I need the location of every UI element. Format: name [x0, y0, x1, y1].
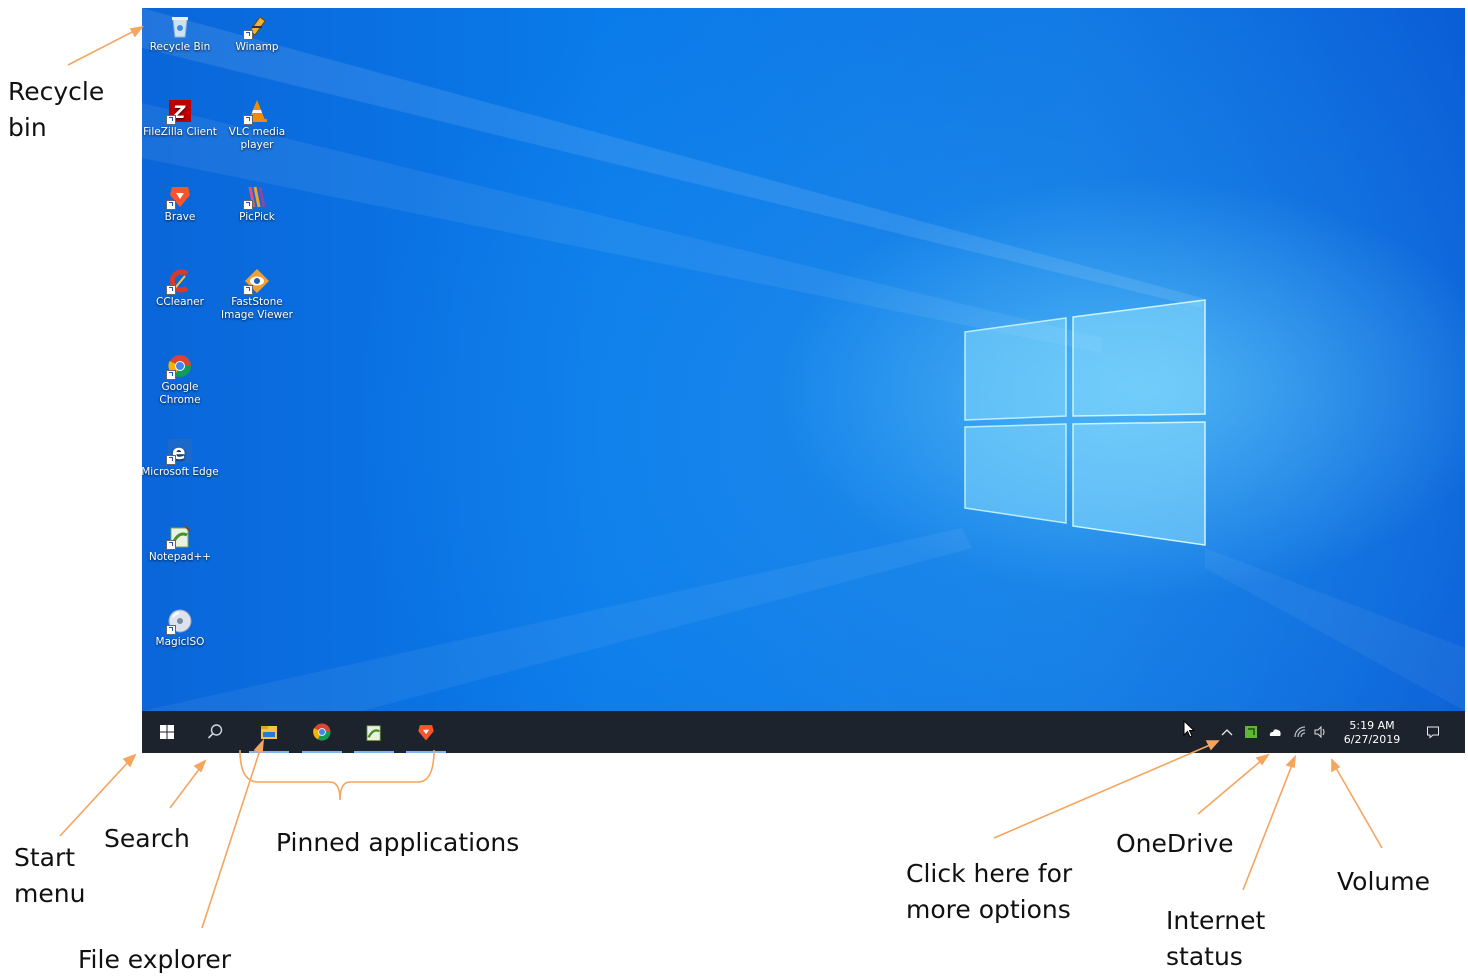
- windows-start-icon: [160, 725, 174, 739]
- volume-icon: [1314, 725, 1325, 739]
- show-hidden-icons-button[interactable]: [1217, 711, 1237, 753]
- desktop-icon-label: FastStone Image Viewer: [221, 296, 293, 321]
- pinned-brave[interactable]: [403, 711, 449, 753]
- desktop-icon-label: Recycle Bin: [149, 41, 211, 53]
- desktop-icon-label: Winamp: [235, 41, 279, 53]
- action-center-button[interactable]: [1421, 711, 1445, 753]
- clock[interactable]: 5:19 AM 6/27/2019: [1336, 719, 1408, 747]
- clock-date: 6/27/2019: [1343, 733, 1401, 746]
- onedrive-cloud-icon: [1269, 729, 1281, 736]
- app-tray-icon: [1245, 726, 1257, 738]
- chrome-icon: [313, 723, 331, 741]
- desktop-screenshot: Recycle Bin Winamp Z FileZilla Client VL…: [142, 8, 1465, 753]
- faststone-icon: [243, 268, 270, 295]
- search-button[interactable]: [192, 711, 238, 753]
- desktop-icon-label: CCleaner: [156, 296, 204, 308]
- annotation-more-options: Click here for more options: [906, 859, 1073, 924]
- start-button[interactable]: [144, 711, 190, 753]
- taskbar: 5:19 AM 6/27/2019: [142, 711, 1465, 753]
- search-icon: [207, 724, 223, 739]
- vlc-icon: [243, 98, 270, 125]
- desktop-icon-chrome[interactable]: Google Chrome: [142, 353, 220, 407]
- clock-time: 5:19 AM: [1349, 719, 1395, 732]
- desktop-icon-magiciso[interactable]: MagicISO: [142, 608, 220, 649]
- notepadpp-icon: [366, 725, 381, 741]
- onedrive-button[interactable]: [1265, 711, 1285, 753]
- desktop-icon-faststone[interactable]: FastStone Image Viewer: [217, 268, 297, 322]
- annotation-onedrive: OneDrive: [1116, 829, 1234, 858]
- desktop-icon-notepadpp[interactable]: Notepad++: [142, 523, 220, 564]
- wifi-icon: [1294, 726, 1306, 738]
- desktop-icon-label: VLC media player: [228, 126, 286, 151]
- edge-icon: e: [166, 438, 193, 465]
- desktop-icon-picpick[interactable]: PicPick: [217, 183, 297, 224]
- ccleaner-icon: [166, 268, 193, 295]
- desktop-icon-filezilla[interactable]: Z FileZilla Client: [142, 98, 220, 139]
- pinned-chrome[interactable]: [299, 711, 345, 753]
- desktop-icon-vlc[interactable]: VLC media player: [217, 98, 297, 152]
- annotation-recycle-bin: Recycle bin: [8, 77, 105, 142]
- desktop-icon-label: FileZilla Client: [143, 126, 217, 138]
- pinned-notepadpp[interactable]: [351, 711, 397, 753]
- desktop-icon-label: Notepad++: [148, 551, 212, 563]
- chevron-up-icon: [1221, 729, 1233, 736]
- tray-app-button[interactable]: [1241, 711, 1261, 753]
- desktop-icon-recycle-bin[interactable]: Recycle Bin: [142, 13, 220, 54]
- brave-icon: [166, 183, 193, 210]
- brave-icon: [418, 725, 434, 741]
- recycle-bin-icon: [167, 13, 193, 39]
- magiciso-icon: [166, 608, 193, 635]
- desktop-icon-brave[interactable]: Brave: [142, 183, 220, 224]
- annotation-internet-status: Internet status: [1166, 906, 1266, 971]
- notification-icon: [1427, 726, 1439, 739]
- annotation-pinned-applications: Pinned applications: [276, 828, 520, 857]
- desktop-icon-edge[interactable]: e Microsoft Edge: [142, 438, 220, 479]
- desktop-icon-label: Brave: [164, 211, 196, 223]
- desktop-icon-label: Microsoft Edge: [142, 466, 219, 478]
- network-button[interactable]: [1290, 711, 1310, 753]
- volume-button[interactable]: [1310, 711, 1330, 753]
- winamp-icon: [243, 13, 270, 40]
- windows-logo-wallpaper: [964, 299, 1206, 546]
- desktop-icon-label: Google Chrome: [159, 381, 201, 406]
- chrome-icon: [166, 353, 193, 380]
- annotation-volume: Volume: [1337, 867, 1430, 896]
- annotation-start-menu: Start menu: [14, 843, 86, 908]
- file-explorer-icon: [261, 726, 277, 739]
- annotation-file-explorer: File explorer: [78, 945, 232, 974]
- desktop-icon-ccleaner[interactable]: CCleaner: [142, 268, 220, 309]
- picpick-icon: [243, 183, 270, 210]
- desktop-icon-winamp[interactable]: Winamp: [217, 13, 297, 54]
- desktop-icon-label: MagicISO: [155, 636, 205, 648]
- pinned-file-explorer[interactable]: [246, 711, 292, 753]
- notepadpp-icon: [166, 523, 193, 550]
- desktop-icon-label: PicPick: [239, 211, 275, 223]
- annotation-search: Search: [104, 824, 190, 853]
- mouse-cursor-icon: [1183, 720, 1196, 738]
- filezilla-icon: Z: [166, 98, 193, 125]
